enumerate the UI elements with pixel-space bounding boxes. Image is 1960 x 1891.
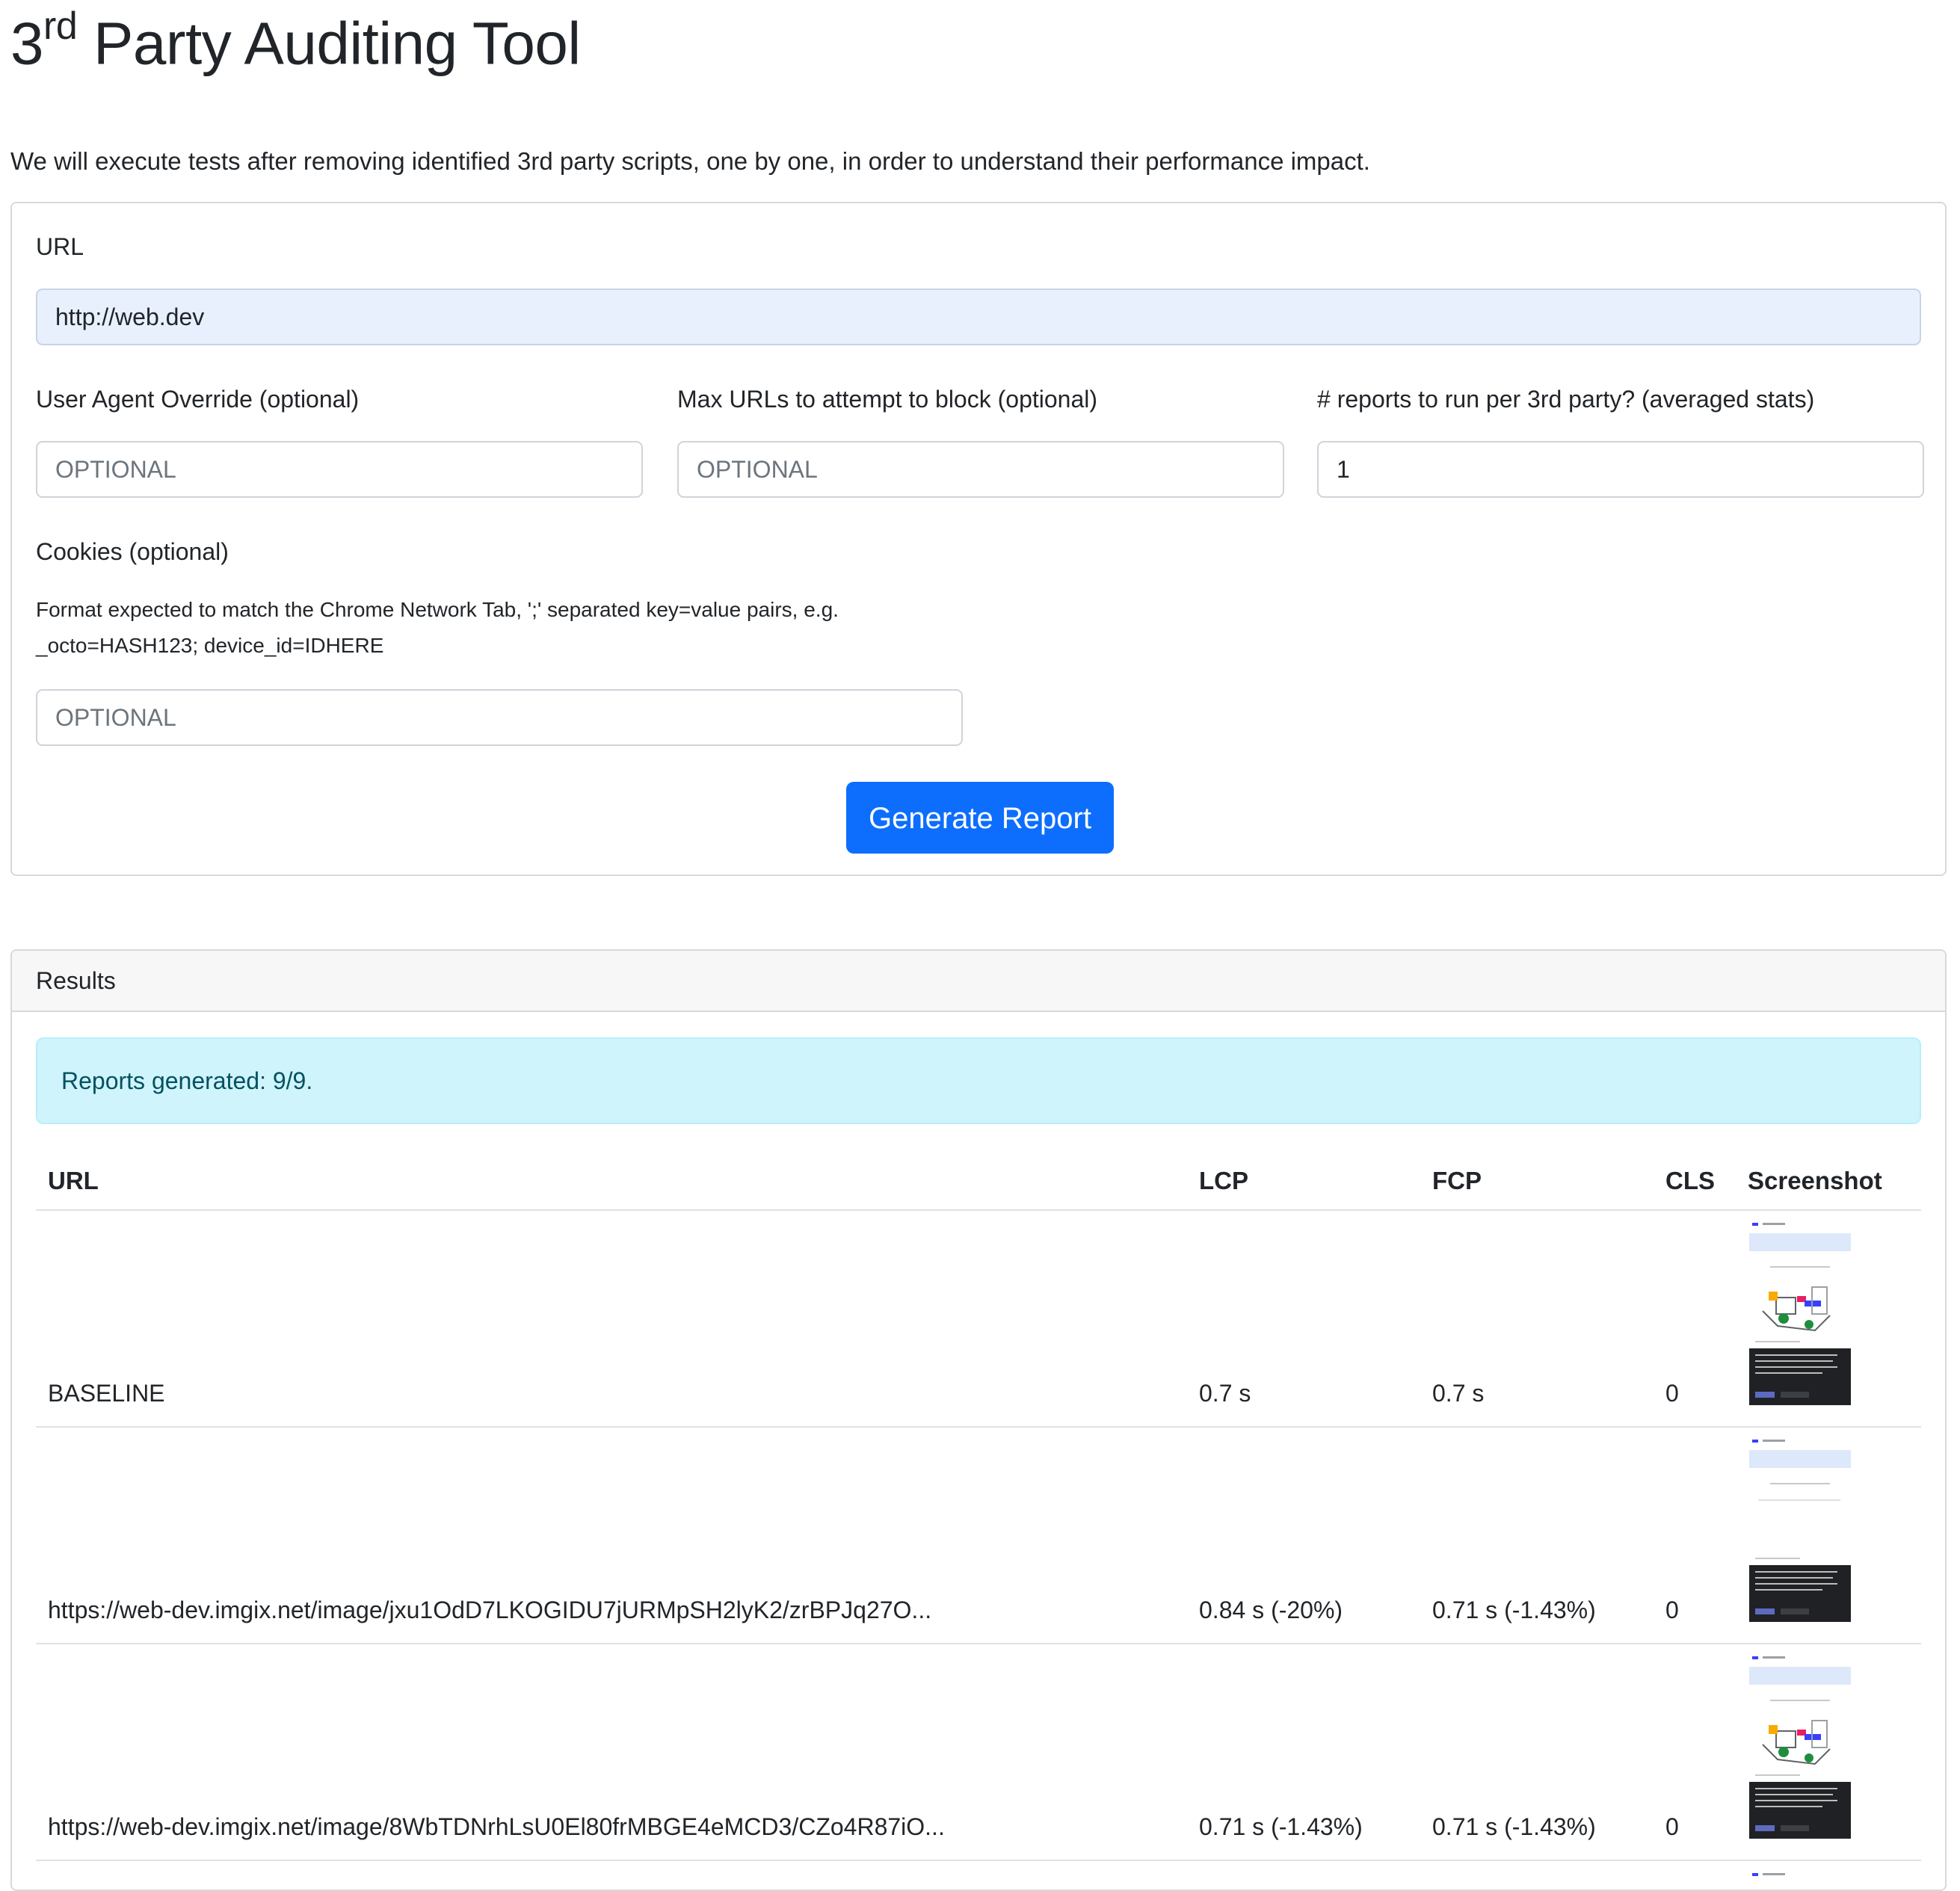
- screenshot-thumbnail[interactable]: [1748, 1434, 1852, 1622]
- results-card: Results Reports generated: 9/9. URL LCP …: [10, 949, 1947, 1891]
- page-description: We will execute tests after removing ide…: [10, 147, 1370, 175]
- cookies-help-line-1: Format expected to match the Chrome Netw…: [36, 598, 839, 621]
- reports-per-party-input[interactable]: 1: [1317, 441, 1924, 498]
- row-divider: [36, 1860, 1921, 1861]
- cookies-input[interactable]: OPTIONAL: [36, 689, 963, 746]
- row-cls: 0: [1665, 1380, 1679, 1407]
- row-cls: 0: [1665, 1597, 1679, 1623]
- column-header-screenshot: Screenshot: [1748, 1167, 1882, 1194]
- url-label: URL: [36, 233, 84, 260]
- row-cls: 0: [1665, 1813, 1679, 1840]
- status-alert: Reports generated: 9/9.: [36, 1037, 1921, 1124]
- results-title: Results: [36, 967, 116, 994]
- user-agent-label: User Agent Override (optional): [36, 386, 360, 413]
- column-header-cls: CLS: [1665, 1167, 1715, 1194]
- row-lcp: 0.71 s (-1.43%): [1199, 1813, 1363, 1840]
- row-url: BASELINE: [48, 1380, 165, 1407]
- row-divider: [36, 1643, 1921, 1644]
- cookies-help-line-2: _octo=HASH123; device_id=IDHERE: [36, 634, 384, 657]
- screenshot-thumbnail[interactable]: [1748, 1217, 1852, 1405]
- page: 3rd Party Auditing Tool We will execute …: [0, 0, 1960, 1891]
- page-title: 3rd Party Auditing Tool: [10, 4, 581, 77]
- column-header-url: URL: [48, 1167, 99, 1194]
- column-header-fcp: FCP: [1432, 1167, 1482, 1194]
- generate-report-button[interactable]: Generate Report: [846, 782, 1114, 854]
- url-input[interactable]: http://web.dev: [36, 289, 1921, 345]
- screenshot-thumbnail[interactable]: [1748, 1867, 1852, 1890]
- table-header-divider: [36, 1209, 1921, 1211]
- results-header: Results: [12, 951, 1945, 1012]
- row-url: https://web-dev.imgix.net/image/jxu1OdD7…: [48, 1597, 932, 1623]
- reports-per-party-label: # reports to run per 3rd party? (average…: [1317, 386, 1815, 413]
- row-lcp: 0.84 s (-20%): [1199, 1597, 1343, 1623]
- max-urls-input[interactable]: OPTIONAL: [677, 441, 1284, 498]
- row-fcp: 0.7 s: [1432, 1380, 1485, 1407]
- row-fcp: 0.71 s (-1.43%): [1432, 1813, 1596, 1840]
- cookies-label: Cookies (optional): [36, 538, 229, 565]
- column-header-lcp: LCP: [1199, 1167, 1248, 1194]
- status-text: Reports generated: 9/9.: [61, 1067, 313, 1094]
- user-agent-input[interactable]: OPTIONAL: [36, 441, 643, 498]
- row-divider: [36, 1426, 1921, 1428]
- row-url: https://web-dev.imgix.net/image/8WbTDNrh…: [48, 1813, 945, 1840]
- audit-form: URL http://web.dev User Agent Override (…: [10, 202, 1947, 876]
- max-urls-label: Max URLs to attempt to block (optional): [677, 386, 1098, 413]
- row-lcp: 0.7 s: [1199, 1380, 1251, 1407]
- screenshot-thumbnail[interactable]: [1748, 1650, 1852, 1839]
- row-fcp: 0.71 s (-1.43%): [1432, 1597, 1596, 1623]
